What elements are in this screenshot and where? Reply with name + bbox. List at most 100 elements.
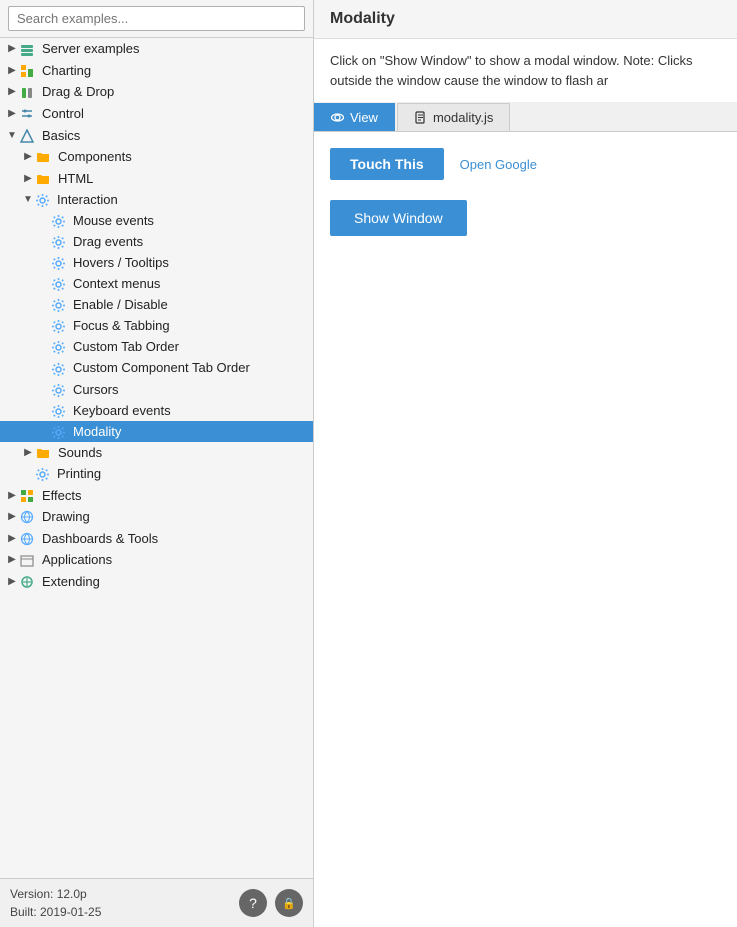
version-actions: ? 🔒 <box>239 889 303 917</box>
item-label-html: HTML <box>58 171 93 186</box>
content-area: Touch This Open Google Show Window <box>314 132 737 927</box>
item-label-custom-component-tab-order: Custom Component Tab Order <box>73 360 250 375</box>
tree-item-enable-disable[interactable]: Enable / Disable <box>0 294 313 315</box>
item-label-context-menus: Context menus <box>73 276 160 291</box>
left-panel: ▶Server examples▶Charting▶Drag & Drop▶Co… <box>0 0 314 927</box>
item-icon-modality <box>52 424 69 439</box>
tree-container: ▶Server examples▶Charting▶Drag & Drop▶Co… <box>0 38 313 878</box>
show-window-button[interactable]: Show Window <box>330 200 467 236</box>
file-tab-icon <box>414 111 427 124</box>
item-icon-sounds <box>36 445 54 461</box>
item-label-components: Components <box>58 149 132 164</box>
right-panel: Modality Click on "Show Window" to show … <box>314 0 737 927</box>
tree-item-mouse-events[interactable]: Mouse events <box>0 210 313 231</box>
tree-item-hovers-tooltips[interactable]: Hovers / Tooltips <box>0 252 313 273</box>
item-icon-keyboard-events <box>52 403 69 418</box>
search-box <box>0 0 313 38</box>
item-label-modality: Modality <box>73 424 121 439</box>
expand-icon[interactable]: ▶ <box>20 447 36 458</box>
item-icon-drag-drop <box>20 84 38 100</box>
version-text: Version: 12.0p Built: 2019-01-25 <box>10 885 101 921</box>
item-icon-cursors <box>52 382 69 397</box>
tab-view[interactable]: View <box>314 103 395 131</box>
tree-item-context-menus[interactable]: Context menus <box>0 273 313 294</box>
tree-item-sounds[interactable]: ▶Sounds <box>0 442 313 464</box>
expand-icon[interactable]: ▶ <box>4 86 20 97</box>
tree-item-dashboards-tools[interactable]: ▶ Dashboards & Tools <box>0 527 313 549</box>
item-icon-dashboards-tools <box>20 530 38 546</box>
tree-item-extending[interactable]: ▶Extending <box>0 571 313 593</box>
version-line2: Built: 2019-01-25 <box>10 903 101 921</box>
item-label-applications: Applications <box>42 552 112 567</box>
tree-item-keyboard-events[interactable]: Keyboard events <box>0 400 313 421</box>
search-input[interactable] <box>8 6 305 31</box>
tree-item-custom-tab-order[interactable]: Custom Tab Order <box>0 336 313 357</box>
item-icon-control <box>20 106 38 122</box>
item-label-control: Control <box>42 106 84 121</box>
tree-item-cursors[interactable]: Cursors <box>0 379 313 400</box>
expand-icon[interactable]: ▶ <box>4 533 20 544</box>
item-icon-context-menus <box>52 276 69 291</box>
tree-item-focus-tabbing[interactable]: Focus & Tabbing <box>0 315 313 336</box>
tree-item-custom-component-tab-order[interactable]: Custom Component Tab Order <box>0 357 313 378</box>
collapse-icon[interactable]: ▼ <box>4 130 20 141</box>
item-label-server-examples: Server examples <box>42 41 140 56</box>
item-label-drag-events: Drag events <box>73 234 143 249</box>
tab-bar: Viewmodality.js <box>314 103 737 132</box>
action-row-1: Touch This Open Google <box>330 148 721 180</box>
view-tab-icon <box>331 111 344 124</box>
item-label-dashboards-tools: Dashboards & Tools <box>42 531 158 546</box>
lock-button[interactable]: 🔒 <box>275 889 303 917</box>
tree-item-basics[interactable]: ▼ Basics <box>0 124 313 146</box>
help-button[interactable]: ? <box>239 889 267 917</box>
right-description: Click on "Show Window" to show a modal w… <box>314 39 737 103</box>
tree-item-server-examples[interactable]: ▶ Server examples <box>0 38 313 60</box>
tree-item-applications[interactable]: ▶ Applications <box>0 549 313 571</box>
item-label-cursors: Cursors <box>73 382 119 397</box>
tree-item-drawing[interactable]: ▶ Drawing <box>0 506 313 528</box>
expand-icon[interactable]: ▶ <box>4 554 20 565</box>
tree-item-html[interactable]: ▶ HTML <box>0 167 313 189</box>
tab-modality-js[interactable]: modality.js <box>397 103 510 131</box>
page-title: Modality <box>330 10 721 28</box>
expand-icon[interactable]: ▶ <box>4 576 20 587</box>
item-icon-html <box>36 170 54 186</box>
item-icon-interaction <box>36 192 53 207</box>
item-label-basics: Basics <box>42 128 80 143</box>
item-icon-drag-events <box>52 234 69 249</box>
expand-icon[interactable]: ▶ <box>20 173 36 184</box>
touch-this-button[interactable]: Touch This <box>330 148 444 180</box>
item-icon-extending <box>20 574 38 590</box>
expand-icon[interactable]: ▶ <box>4 65 20 76</box>
expand-icon[interactable]: ▶ <box>20 151 36 162</box>
expand-icon[interactable]: ▶ <box>4 490 20 501</box>
item-icon-printing <box>36 466 53 481</box>
item-label-printing: Printing <box>57 466 101 481</box>
tree-item-effects[interactable]: ▶Effects <box>0 484 313 506</box>
tree-item-charting[interactable]: ▶Charting <box>0 60 313 82</box>
tree-item-components[interactable]: ▶ Components <box>0 146 313 168</box>
tree-item-printing[interactable]: Printing <box>0 463 313 484</box>
tree-item-control[interactable]: ▶ Control <box>0 103 313 125</box>
tree-item-drag-events[interactable]: Drag events <box>0 231 313 252</box>
tree-item-drag-drop[interactable]: ▶Drag & Drop <box>0 81 313 103</box>
item-icon-applications <box>20 552 38 568</box>
item-label-mouse-events: Mouse events <box>73 213 154 228</box>
item-label-interaction: Interaction <box>57 192 118 207</box>
tree-item-interaction[interactable]: ▼ Interaction <box>0 189 313 210</box>
expand-icon[interactable]: ▶ <box>4 511 20 522</box>
expand-icon[interactable]: ▶ <box>4 108 20 119</box>
item-icon-drawing <box>20 509 38 525</box>
version-bar: Version: 12.0p Built: 2019-01-25 ? 🔒 <box>0 878 313 927</box>
tree-item-modality[interactable]: Modality <box>0 421 313 442</box>
item-label-custom-tab-order: Custom Tab Order <box>73 339 179 354</box>
item-icon-components <box>36 149 54 165</box>
expand-icon[interactable]: ▶ <box>4 43 20 54</box>
item-label-hovers-tooltips: Hovers / Tooltips <box>73 255 169 270</box>
item-icon-focus-tabbing <box>52 318 69 333</box>
item-icon-hovers-tooltips <box>52 255 69 270</box>
item-label-drawing: Drawing <box>42 509 90 524</box>
collapse-icon[interactable]: ▼ <box>20 194 36 205</box>
open-google-link[interactable]: Open Google <box>460 157 537 172</box>
item-icon-basics <box>20 127 38 143</box>
